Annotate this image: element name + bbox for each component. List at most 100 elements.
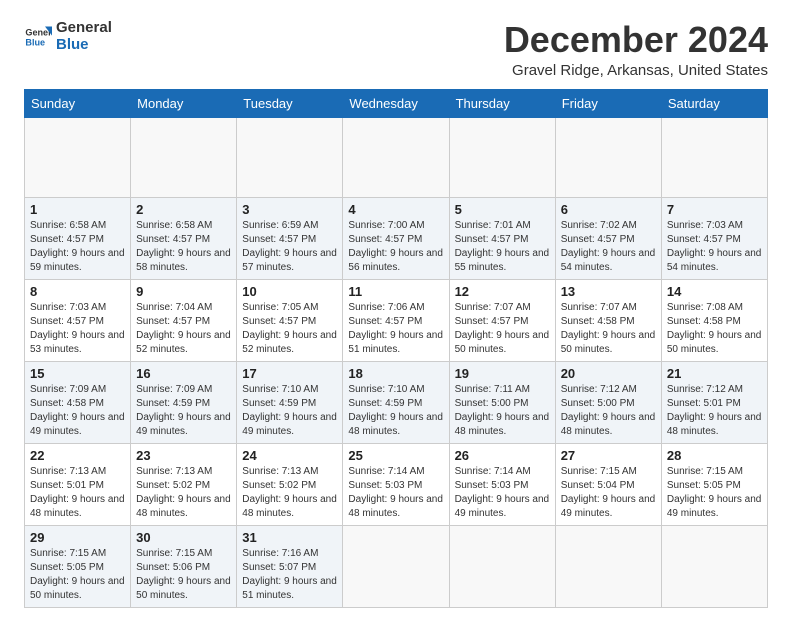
day-info: Sunrise: 7:08 AMSunset: 4:58 PMDaylight:… — [667, 301, 762, 357]
day-info: Sunrise: 7:09 AMSunset: 4:59 PMDaylight:… — [136, 383, 231, 439]
day-info: Sunrise: 7:12 AMSunset: 5:01 PMDaylight:… — [667, 383, 762, 439]
calendar-day-header: Monday — [131, 89, 237, 117]
calendar-cell: 15 Sunrise: 7:09 AMSunset: 4:58 PMDayligh… — [25, 361, 131, 443]
day-number: 8 — [30, 284, 125, 299]
day-number: 21 — [667, 366, 762, 381]
calendar-cell — [237, 117, 343, 197]
calendar-header-row: SundayMondayTuesdayWednesdayThursdayFrid… — [25, 89, 768, 117]
day-info: Sunrise: 7:15 AMSunset: 5:06 PMDaylight:… — [136, 547, 231, 603]
calendar-cell: 5 Sunrise: 7:01 AMSunset: 4:57 PMDaylight… — [449, 197, 555, 279]
calendar-cell — [449, 117, 555, 197]
calendar-cell — [661, 525, 767, 607]
day-info: Sunrise: 7:13 AMSunset: 5:02 PMDaylight:… — [136, 465, 231, 521]
calendar-day-header: Sunday — [25, 89, 131, 117]
logo-text-blue: Blue — [56, 37, 112, 54]
day-number: 6 — [561, 202, 656, 217]
day-number: 26 — [455, 448, 550, 463]
calendar-cell: 19Sunrise: 7:11 AMSunset: 5:00 PMDayligh… — [449, 361, 555, 443]
calendar-cell: 16 Sunrise: 7:09 AMSunset: 4:59 PMDayligh… — [131, 361, 237, 443]
day-number: 3 — [242, 202, 337, 217]
calendar-cell: 30 Sunrise: 7:15 AMSunset: 5:06 PMDayligh… — [131, 525, 237, 607]
day-number: 17 — [242, 366, 337, 381]
day-info: Sunrise: 7:13 AMSunset: 5:02 PMDaylight:… — [242, 465, 337, 521]
day-number: 23 — [136, 448, 231, 463]
day-info: Sunrise: 6:59 AMSunset: 4:57 PMDaylight:… — [242, 219, 337, 275]
day-number: 15 — [30, 366, 125, 381]
calendar-cell — [25, 117, 131, 197]
day-info: Sunrise: 7:15 AMSunset: 5:04 PMDaylight:… — [561, 465, 656, 521]
day-number: 5 — [455, 202, 550, 217]
calendar-cell: 24 Sunrise: 7:13 AMSunset: 5:02 PMDayligh… — [237, 443, 343, 525]
calendar-cell — [555, 117, 661, 197]
day-info: Sunrise: 7:02 AMSunset: 4:57 PMDaylight:… — [561, 219, 656, 275]
month-title: December 2024 — [504, 20, 768, 60]
calendar-cell: 10 Sunrise: 7:05 AMSunset: 4:57 PMDayligh… — [237, 279, 343, 361]
calendar-day-header: Wednesday — [343, 89, 449, 117]
calendar-table: SundayMondayTuesdayWednesdayThursdayFrid… — [24, 89, 768, 608]
calendar-cell — [555, 525, 661, 607]
calendar-cell: 28Sunrise: 7:15 AMSunset: 5:05 PMDayligh… — [661, 443, 767, 525]
day-number: 18 — [348, 366, 443, 381]
calendar-cell: 22 Sunrise: 7:13 AMSunset: 5:01 PMDayligh… — [25, 443, 131, 525]
svg-text:Blue: Blue — [25, 37, 45, 47]
day-info: Sunrise: 7:10 AMSunset: 4:59 PMDaylight:… — [242, 383, 337, 439]
logo-text-general: General — [56, 20, 112, 37]
day-number: 22 — [30, 448, 125, 463]
day-info: Sunrise: 7:00 AMSunset: 4:57 PMDaylight:… — [348, 219, 443, 275]
calendar-cell: 31Sunrise: 7:16 AMSunset: 5:07 PMDayligh… — [237, 525, 343, 607]
day-number: 12 — [455, 284, 550, 299]
day-info: Sunrise: 7:10 AMSunset: 4:59 PMDaylight:… — [348, 383, 443, 439]
calendar-cell — [343, 525, 449, 607]
calendar-cell: 13Sunrise: 7:07 AMSunset: 4:58 PMDayligh… — [555, 279, 661, 361]
day-number: 19 — [455, 366, 550, 381]
day-info: Sunrise: 6:58 AMSunset: 4:57 PMDaylight:… — [136, 219, 231, 275]
day-info: Sunrise: 7:05 AMSunset: 4:57 PMDaylight:… — [242, 301, 337, 357]
day-info: Sunrise: 7:04 AMSunset: 4:57 PMDaylight:… — [136, 301, 231, 357]
calendar-cell: 18 Sunrise: 7:10 AMSunset: 4:59 PMDayligh… — [343, 361, 449, 443]
day-info: Sunrise: 7:15 AMSunset: 5:05 PMDaylight:… — [30, 547, 125, 603]
day-info: Sunrise: 7:12 AMSunset: 5:00 PMDaylight:… — [561, 383, 656, 439]
day-number: 29 — [30, 530, 125, 545]
day-info: Sunrise: 7:13 AMSunset: 5:01 PMDaylight:… — [30, 465, 125, 521]
calendar-cell: 12Sunrise: 7:07 AMSunset: 4:57 PMDayligh… — [449, 279, 555, 361]
day-number: 16 — [136, 366, 231, 381]
title-section: December 2024 Gravel Ridge, Arkansas, Un… — [504, 20, 768, 79]
calendar-cell: 27 Sunrise: 7:15 AMSunset: 5:04 PMDayligh… — [555, 443, 661, 525]
day-info: Sunrise: 7:14 AMSunset: 5:03 PMDaylight:… — [455, 465, 550, 521]
day-info: Sunrise: 7:09 AMSunset: 4:58 PMDaylight:… — [30, 383, 125, 439]
location-title: Gravel Ridge, Arkansas, United States — [504, 62, 768, 79]
calendar-cell — [449, 525, 555, 607]
calendar-cell: 26 Sunrise: 7:14 AMSunset: 5:03 PMDayligh… — [449, 443, 555, 525]
calendar-cell: 6 Sunrise: 7:02 AMSunset: 4:57 PMDaylight… — [555, 197, 661, 279]
calendar-cell: 3 Sunrise: 6:59 AMSunset: 4:57 PMDaylight… — [237, 197, 343, 279]
day-number: 4 — [348, 202, 443, 217]
calendar-cell: 29 Sunrise: 7:15 AMSunset: 5:05 PMDayligh… — [25, 525, 131, 607]
day-number: 27 — [561, 448, 656, 463]
calendar-cell — [343, 117, 449, 197]
calendar-cell: 2 Sunrise: 6:58 AMSunset: 4:57 PMDaylight… — [131, 197, 237, 279]
day-number: 11 — [348, 284, 443, 299]
day-number: 7 — [667, 202, 762, 217]
day-number: 13 — [561, 284, 656, 299]
logo: General Blue General Blue — [24, 20, 112, 53]
calendar-cell: 25Sunrise: 7:14 AMSunset: 5:03 PMDayligh… — [343, 443, 449, 525]
calendar-cell: 21 Sunrise: 7:12 AMSunset: 5:01 PMDayligh… — [661, 361, 767, 443]
calendar-cell: 9Sunrise: 7:04 AMSunset: 4:57 PMDaylight… — [131, 279, 237, 361]
day-info: Sunrise: 7:01 AMSunset: 4:57 PMDaylight:… — [455, 219, 550, 275]
calendar-cell — [661, 117, 767, 197]
day-number: 2 — [136, 202, 231, 217]
day-number: 20 — [561, 366, 656, 381]
calendar-day-header: Friday — [555, 89, 661, 117]
day-info: Sunrise: 7:03 AMSunset: 4:57 PMDaylight:… — [30, 301, 125, 357]
day-number: 14 — [667, 284, 762, 299]
day-number: 24 — [242, 448, 337, 463]
day-info: Sunrise: 7:03 AMSunset: 4:57 PMDaylight:… — [667, 219, 762, 275]
calendar-cell: 4 Sunrise: 7:00 AMSunset: 4:57 PMDaylight… — [343, 197, 449, 279]
day-info: Sunrise: 7:06 AMSunset: 4:57 PMDaylight:… — [348, 301, 443, 357]
calendar-cell: 8 Sunrise: 7:03 AMSunset: 4:57 PMDaylight… — [25, 279, 131, 361]
day-number: 30 — [136, 530, 231, 545]
calendar-cell: 17 Sunrise: 7:10 AMSunset: 4:59 PMDayligh… — [237, 361, 343, 443]
day-number: 10 — [242, 284, 337, 299]
day-info: Sunrise: 7:14 AMSunset: 5:03 PMDaylight:… — [348, 465, 443, 521]
calendar-cell: 7 Sunrise: 7:03 AMSunset: 4:57 PMDaylight… — [661, 197, 767, 279]
